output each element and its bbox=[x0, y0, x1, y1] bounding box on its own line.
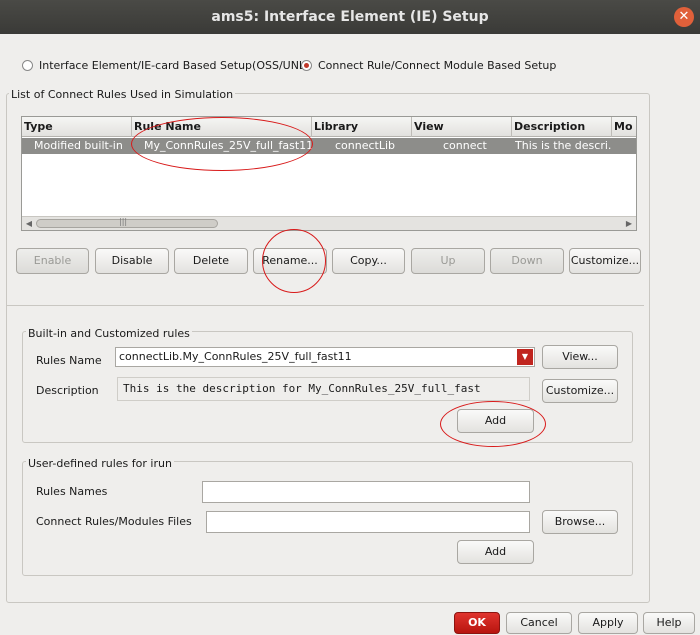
files-input[interactable] bbox=[206, 511, 530, 533]
close-icon[interactable]: ✕ bbox=[674, 7, 694, 27]
description-field: This is the description for My_ConnRules… bbox=[117, 377, 530, 401]
rules-names-label: Rules Names bbox=[36, 485, 108, 498]
delete-button[interactable]: Delete bbox=[174, 248, 248, 274]
browse-button[interactable]: Browse... bbox=[542, 510, 618, 534]
section-divider bbox=[6, 305, 644, 306]
radio-connect-rule-setup[interactable]: Connect Rule/Connect Module Based Setup bbox=[301, 59, 556, 72]
connect-rules-table: Type Rule Name Library View Description … bbox=[21, 116, 637, 231]
column-header-view[interactable]: View bbox=[412, 117, 512, 137]
column-header-library[interactable]: Library bbox=[312, 117, 412, 137]
cell-rule-name: My_ConnRules_25V_full_fast11 bbox=[144, 139, 312, 152]
column-header-description[interactable]: Description bbox=[512, 117, 612, 137]
window-title: ams5: Interface Element (IE) Setup bbox=[211, 9, 489, 25]
rename-button[interactable]: Rename... bbox=[253, 248, 327, 274]
cancel-button[interactable]: Cancel bbox=[506, 612, 572, 634]
builtin-customize-button[interactable]: Customize... bbox=[542, 379, 618, 403]
chevron-down-icon[interactable]: ▼ bbox=[517, 349, 533, 365]
rules-name-label: Rules Name bbox=[36, 354, 102, 367]
column-header-rule-name[interactable]: Rule Name bbox=[132, 117, 312, 137]
radio-on-icon bbox=[301, 60, 312, 71]
rules-name-select[interactable]: connectLib.My_ConnRules_25V_full_fast11 … bbox=[115, 347, 535, 367]
cell-library: connectLib bbox=[335, 139, 396, 152]
title-bar: ams5: Interface Element (IE) Setup ✕ bbox=[0, 0, 700, 34]
help-button[interactable]: Help bbox=[643, 612, 695, 634]
column-header-type[interactable]: Type bbox=[22, 117, 132, 137]
radio-label: Connect Rule/Connect Module Based Setup bbox=[318, 59, 557, 72]
enable-button[interactable]: Enable bbox=[16, 248, 89, 274]
rules-names-input[interactable] bbox=[202, 481, 530, 503]
cell-description: This is the descri... bbox=[515, 139, 611, 152]
disable-button[interactable]: Disable bbox=[95, 248, 169, 274]
builtin-add-button[interactable]: Add bbox=[457, 409, 534, 433]
scroll-left-icon[interactable]: ◀ bbox=[22, 217, 36, 230]
description-label: Description bbox=[36, 384, 99, 397]
builtin-rules-group-label: Built-in and Customized rules bbox=[26, 327, 192, 340]
ok-button[interactable]: OK bbox=[454, 612, 500, 634]
table-header: Type Rule Name Library View Description … bbox=[22, 117, 636, 137]
radio-label: Interface Element/IE-card Based Setup(OS… bbox=[39, 59, 310, 72]
scroll-right-icon[interactable]: ▶ bbox=[622, 217, 636, 230]
user-add-button[interactable]: Add bbox=[457, 540, 534, 564]
files-label: Connect Rules/Modules Files bbox=[36, 515, 192, 528]
copy-button[interactable]: Copy... bbox=[332, 248, 405, 274]
rules-name-value: connectLib.My_ConnRules_25V_full_fast11 bbox=[119, 350, 352, 363]
radio-ie-card-setup[interactable]: Interface Element/IE-card Based Setup(OS… bbox=[22, 59, 309, 72]
apply-button[interactable]: Apply bbox=[578, 612, 638, 634]
cell-type: Modified built-in bbox=[34, 139, 123, 152]
scroll-grip-icon: ||| bbox=[119, 217, 128, 226]
user-defined-group-label: User-defined rules for irun bbox=[26, 457, 174, 470]
up-button[interactable]: Up bbox=[411, 248, 485, 274]
radio-off-icon bbox=[22, 60, 33, 71]
view-button[interactable]: View... bbox=[542, 345, 618, 369]
down-button[interactable]: Down bbox=[490, 248, 564, 274]
customize-button[interactable]: Customize... bbox=[569, 248, 641, 274]
table-row[interactable]: Modified built-in My_ConnRules_25V_full_… bbox=[22, 138, 636, 154]
connect-rules-group-label: List of Connect Rules Used in Simulation bbox=[9, 88, 236, 101]
cell-view: connect bbox=[443, 139, 487, 152]
ie-setup-dialog: ams5: Interface Element (IE) Setup ✕ Int… bbox=[0, 0, 700, 635]
scroll-thumb[interactable]: ||| bbox=[36, 217, 218, 228]
column-header-mo[interactable]: Mo bbox=[612, 117, 636, 137]
horizontal-scrollbar[interactable]: ◀ ||| ▶ bbox=[22, 216, 636, 230]
